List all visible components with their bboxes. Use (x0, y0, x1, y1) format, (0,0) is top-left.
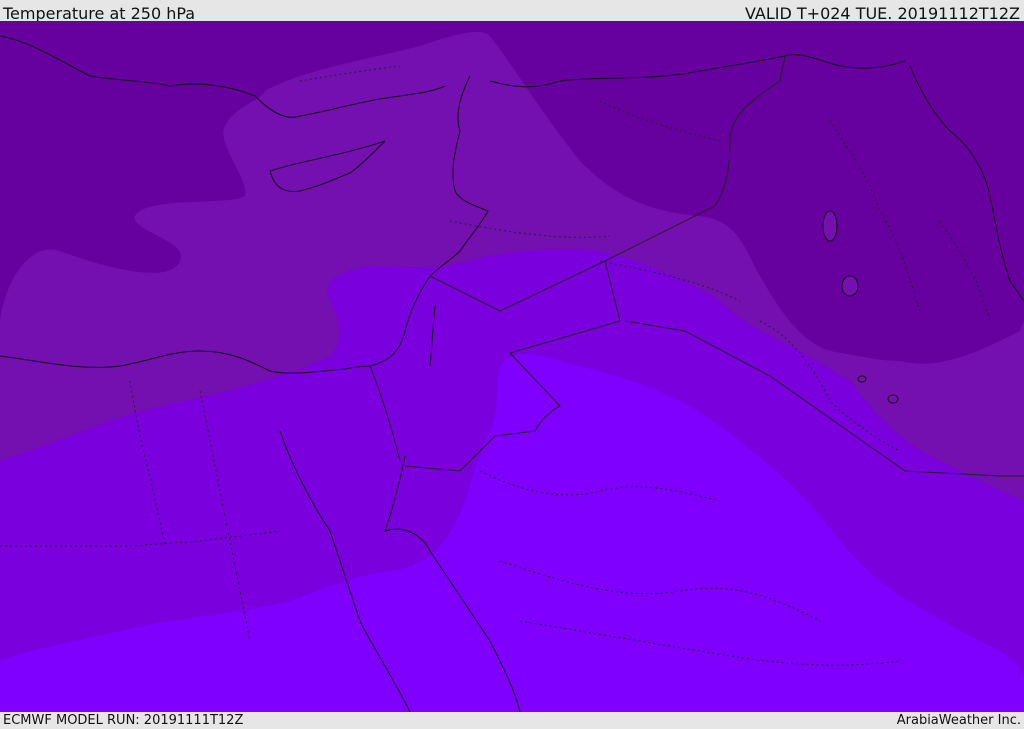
temperature-map (0, 21, 1024, 712)
model-run: ECMWF MODEL RUN: 20191111T12Z (3, 713, 244, 728)
header-bar: Temperature at 250 hPa VALID T+024 TUE. … (0, 0, 1024, 23)
credit-text: ArabiaWeather Inc. (896, 713, 1021, 728)
footer-bar: ECMWF MODEL RUN: 20191111T12Z ArabiaWeat… (0, 712, 1024, 729)
